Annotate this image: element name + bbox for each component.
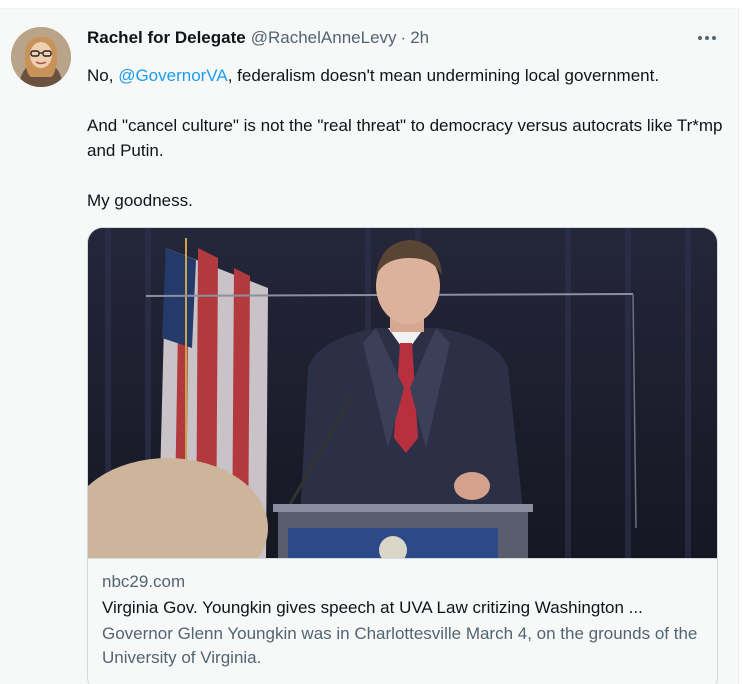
- link-card[interactable]: nbc29.com Virginia Gov. Youngkin gives s…: [87, 227, 718, 684]
- card-description: Governor Glenn Youngkin was in Charlotte…: [102, 624, 698, 667]
- user-avatar-icon: [11, 27, 71, 87]
- display-name[interactable]: Rachel for Delegate: [87, 28, 246, 48]
- card-title[interactable]: Virginia Gov. Youngkin gives speech at U…: [102, 597, 703, 619]
- more-options-button[interactable]: [694, 27, 720, 49]
- tweet-text: No, @GovernorVA, federalism doesn't mean…: [87, 63, 727, 213]
- text-segment: No,: [87, 66, 119, 85]
- mention-link[interactable]: @GovernorVA: [118, 66, 228, 85]
- card-image[interactable]: [88, 228, 717, 558]
- tweet-paragraph-3: My goodness.: [87, 191, 193, 210]
- separator: ·: [400, 28, 407, 47]
- tweet-paragraph-2: And "cancel culture" is not the "real th…: [87, 116, 723, 160]
- tweet-header: Rachel for Delegate @RachelAnneLevy · 2h: [87, 27, 429, 49]
- card-domain: nbc29.com: [102, 572, 186, 591]
- speech-photo-icon: [88, 228, 717, 558]
- text-segment: , federalism doesn't mean undermining lo…: [227, 66, 660, 85]
- timestamp[interactable]: 2h: [410, 28, 429, 48]
- avatar[interactable]: [11, 27, 71, 87]
- user-handle[interactable]: @RachelAnneLevy: [251, 28, 397, 48]
- more-options-icon: [698, 36, 716, 40]
- tweet-paragraph-1: No, @GovernorVA, federalism doesn't mean…: [87, 63, 727, 88]
- card-text[interactable]: nbc29.com Virginia Gov. Youngkin gives s…: [88, 558, 717, 684]
- tweet[interactable]: Rachel for Delegate @RachelAnneLevy · 2h…: [0, 8, 739, 684]
